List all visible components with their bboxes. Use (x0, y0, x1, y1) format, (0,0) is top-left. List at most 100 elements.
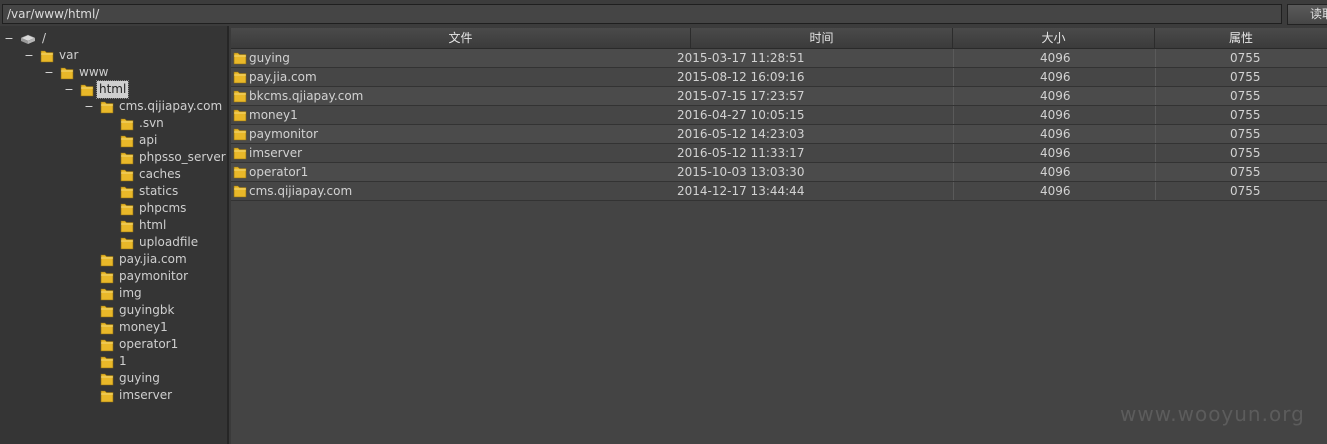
folder-icon (120, 219, 134, 233)
folder-icon (80, 83, 94, 97)
file-time-cell: 2016-05-12 11:33:17 (677, 146, 805, 160)
column-header-attributes[interactable]: 属性 (1155, 28, 1327, 48)
tree-node-label[interactable]: operator1 (119, 336, 178, 353)
tree-node-label[interactable]: phpcms (139, 200, 186, 217)
tree-node-label[interactable]: paymonitor (119, 268, 188, 285)
tree-collapse-toggle[interactable]: − (24, 47, 34, 64)
tree-node[interactable]: paymonitor (0, 268, 227, 285)
tree-node[interactable]: pay.jia.com (0, 251, 227, 268)
folder-icon (100, 287, 114, 301)
tree-node-label[interactable]: imserver (119, 387, 172, 404)
drive-icon (20, 32, 36, 46)
file-attributes-cell: 0755 (1155, 182, 1327, 200)
file-size-cell: 4096 (953, 144, 1155, 162)
tree-node-label[interactable]: api (139, 132, 157, 149)
tree-node[interactable]: guying (0, 370, 227, 387)
tree-node-label[interactable]: guying (119, 370, 160, 387)
tree-node[interactable]: caches (0, 166, 227, 183)
file-row[interactable]: operator1 2015-10-03 13:03:30 4096 0755 (231, 163, 1327, 182)
tree-collapse-toggle[interactable]: − (44, 64, 54, 81)
tree-node[interactable]: − www (0, 64, 227, 81)
file-size-cell: 4096 (953, 106, 1155, 124)
file-row[interactable]: pay.jia.com 2015-08-12 16:09:16 4096 0755 (231, 68, 1327, 87)
folder-icon (120, 236, 134, 250)
tree-node[interactable]: imserver (0, 387, 227, 404)
folder-icon (120, 151, 134, 165)
tree-collapse-toggle[interactable]: − (4, 30, 14, 47)
read-button[interactable]: 读取 (1287, 4, 1327, 25)
tree-node-label[interactable]: pay.jia.com (119, 251, 187, 268)
folder-icon (100, 304, 114, 318)
file-row[interactable]: bkcms.qjiapay.com 2015-07-15 17:23:57 4096… (231, 87, 1327, 106)
path-input[interactable] (2, 4, 1282, 24)
file-name-cell: bkcms.qjiapay.com (249, 89, 364, 103)
tree-node-label[interactable]: img (119, 285, 142, 302)
file-time-cell: 2014-12-17 13:44:44 (677, 184, 805, 198)
tree-collapse-toggle[interactable]: − (64, 81, 74, 98)
tree-node[interactable]: − cms.qijiapay.com (0, 98, 227, 115)
folder-icon (233, 108, 247, 122)
tree-node-label[interactable]: uploadfile (139, 234, 198, 251)
tree-node[interactable]: api (0, 132, 227, 149)
tree-node[interactable]: img (0, 285, 227, 302)
file-size-cell: 4096 (953, 182, 1155, 200)
file-name-cell: money1 (249, 108, 298, 122)
folder-icon (40, 49, 54, 63)
folder-icon (100, 355, 114, 369)
tree-node-label[interactable]: var (59, 47, 78, 64)
file-name-cell: pay.jia.com (249, 70, 317, 84)
tree-node[interactable]: html (0, 217, 227, 234)
tree-node[interactable]: .svn (0, 115, 227, 132)
tree-node[interactable]: phpsso_server (0, 149, 227, 166)
tree-node[interactable]: money1 (0, 319, 227, 336)
tree-node-label[interactable]: cms.qijiapay.com (119, 98, 222, 115)
directory-tree[interactable]: − / − var − www − html − cms.qijiapay.com .svn api p… (0, 26, 229, 444)
column-header-time[interactable]: 时间 (691, 28, 953, 48)
folder-icon (233, 184, 247, 198)
column-header-size[interactable]: 大小 (953, 28, 1155, 48)
file-time-cell: 2016-05-12 14:23:03 (677, 127, 805, 141)
tree-node[interactable]: operator1 (0, 336, 227, 353)
tree-node[interactable]: phpcms (0, 200, 227, 217)
tree-node[interactable]: uploadfile (0, 234, 227, 251)
file-list-header: 文件 时间 大小 属性 (231, 28, 1327, 49)
tree-node-label[interactable]: money1 (119, 319, 168, 336)
tree-node-label[interactable]: / (42, 30, 46, 47)
file-attributes-cell: 0755 (1155, 87, 1327, 105)
file-size-cell: 4096 (953, 49, 1155, 67)
tree-node-label[interactable]: phpsso_server (139, 149, 226, 166)
tree-node-label[interactable]: .svn (139, 115, 164, 132)
tree-node-label[interactable]: statics (139, 183, 178, 200)
tree-node-label[interactable]: html (95, 80, 130, 99)
folder-icon (60, 66, 74, 80)
tree-node[interactable]: statics (0, 183, 227, 200)
folder-icon (100, 372, 114, 386)
file-row[interactable]: imserver 2016-05-12 11:33:17 4096 0755 (231, 144, 1327, 163)
file-list[interactable]: 文件 时间 大小 属性 guying 2015-03-17 11:28:51 409… (231, 28, 1327, 444)
tree-node[interactable]: − html (0, 80, 227, 99)
tree-node[interactable]: − var (0, 47, 227, 64)
tree-node-label[interactable]: www (79, 64, 108, 81)
tree-node-label[interactable]: html (139, 217, 166, 234)
tree-collapse-toggle[interactable]: − (84, 98, 94, 115)
folder-icon (233, 89, 247, 103)
folder-icon (120, 117, 134, 131)
column-header-file[interactable]: 文件 (231, 28, 691, 48)
file-size-cell: 4096 (953, 87, 1155, 105)
file-time-cell: 2015-07-15 17:23:57 (677, 89, 805, 103)
folder-icon (120, 185, 134, 199)
tree-node-label[interactable]: caches (139, 166, 181, 183)
file-name-cell: guying (249, 51, 290, 65)
file-row[interactable]: cms.qijiapay.com 2014-12-17 13:44:44 4096 0… (231, 182, 1327, 201)
tree-node[interactable]: guyingbk (0, 302, 227, 319)
tree-node-label[interactable]: 1 (119, 353, 127, 370)
tree-node[interactable]: − / (0, 30, 227, 47)
tree-node[interactable]: 1 (0, 353, 227, 370)
file-row[interactable]: money1 2016-04-27 10:05:15 4096 0755 (231, 106, 1327, 125)
file-row[interactable]: guying 2015-03-17 11:28:51 4096 0755 (231, 49, 1327, 68)
folder-icon (100, 321, 114, 335)
file-attributes-cell: 0755 (1155, 163, 1327, 181)
tree-node-label[interactable]: guyingbk (119, 302, 174, 319)
file-row[interactable]: paymonitor 2016-05-12 14:23:03 4096 0755 (231, 125, 1327, 144)
folder-icon (233, 51, 247, 65)
